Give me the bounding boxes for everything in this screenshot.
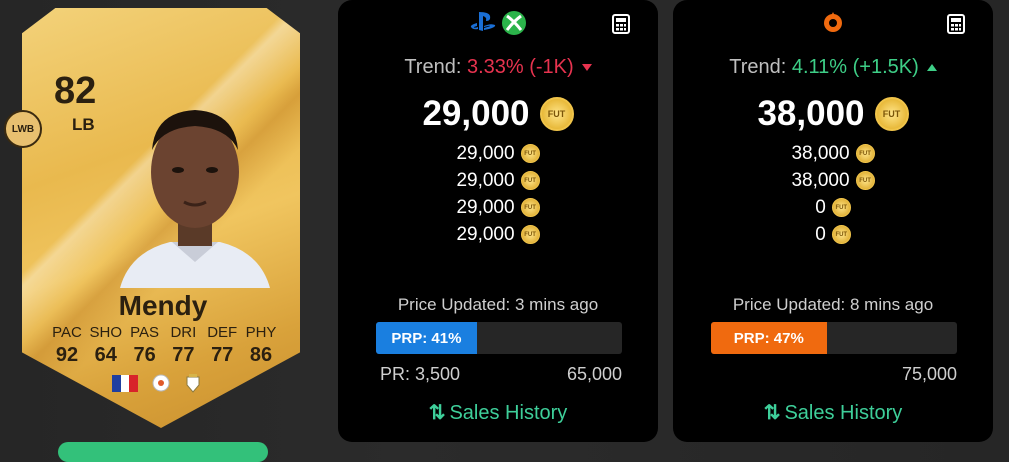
prp-bar: PRP: 41% <box>376 322 622 354</box>
player-rating: 82 <box>54 70 97 112</box>
playstation-icon <box>470 12 496 31</box>
price-list: 29,000 FUT 29,000 FUT 29,000 FUT 29,000 FUT <box>338 140 658 248</box>
sales-history-link[interactable]: ⇅ Sales History <box>338 400 658 425</box>
trend-value: 4.11% (+1.5K) <box>791 56 919 78</box>
prp-fill: PRP: 47% <box>711 322 827 354</box>
coin-icon: FUT <box>855 171 875 190</box>
laliga-icon <box>152 374 170 392</box>
trend-value: 3.33% (-1K) <box>466 56 574 78</box>
trend-label: Trend: <box>404 56 462 78</box>
range-max: 65,000 <box>566 364 622 384</box>
platform-icons <box>338 10 658 36</box>
list-item: 29,000 FUT <box>338 167 658 194</box>
trend-line: Trend: 4.11% (+1.5K) <box>673 56 993 79</box>
sales-history-label: Sales History <box>449 402 568 424</box>
stat-label-pac: PAC <box>52 324 82 341</box>
range-max: 75,000 <box>901 364 957 384</box>
list-item: 0 FUT <box>673 194 993 221</box>
platform-icons <box>673 10 993 34</box>
main-price: 29,000 FUT <box>338 94 658 134</box>
price-list: 38,000 FUT 38,000 FUT 0 FUT 0 FUT <box>673 140 993 248</box>
price-value: 0 <box>815 223 826 245</box>
stat-values: 92 64 76 77 77 86 <box>48 344 280 367</box>
main-price: 38,000 FUT <box>673 94 993 134</box>
list-item: 0 FUT <box>673 221 993 248</box>
coin-icon: FUT <box>855 144 875 163</box>
sort-arrows-icon: ⇅ <box>428 402 446 424</box>
trend-down-icon <box>581 64 592 72</box>
player-card-area: 82 LB LWB Mendy PAC SHO PAS DRI DEF PHY … <box>0 0 330 462</box>
trend-label: Trend: <box>729 56 787 78</box>
coin-icon: FUT <box>520 144 540 163</box>
price-value: 29,000 <box>456 196 515 218</box>
player-position: LB <box>72 115 95 134</box>
list-item: 29,000 FUT <box>338 194 658 221</box>
coin-icon: FUT <box>520 171 540 190</box>
origin-icon <box>824 12 842 32</box>
coin-icon: FUT <box>520 198 540 217</box>
range-min: PR: 3,500 <box>380 364 461 384</box>
coin-icon: FUT <box>831 198 851 217</box>
xbox-icon <box>502 11 526 35</box>
stat-label-def: DEF <box>207 324 238 341</box>
prp-bar: PRP: 47% <box>711 322 957 354</box>
stat-value-pac: 92 <box>55 344 79 366</box>
sort-arrows-icon: ⇅ <box>763 402 781 424</box>
france-flag-icon <box>112 374 138 392</box>
price-value: 29,000 <box>456 223 515 245</box>
coin-icon: FUT <box>539 97 574 131</box>
coin-icon: FUT <box>831 225 851 244</box>
list-item: 29,000 FUT <box>338 140 658 167</box>
prp-fill: PRP: 41% <box>376 322 477 354</box>
price-value: 29,000 <box>456 142 515 164</box>
stat-labels: PAC SHO PAS DRI DEF PHY <box>48 324 280 341</box>
console-price-panel: Trend: 3.33% (-1K) 29,000 FUT 29,000 FUT … <box>338 0 658 442</box>
trend-up-icon <box>926 64 937 72</box>
real-madrid-crest-icon <box>186 374 200 393</box>
stat-label-dri: DRI <box>170 324 197 341</box>
coin-icon: FUT <box>874 97 909 131</box>
list-item: 38,000 FUT <box>673 140 993 167</box>
player-photo <box>120 110 270 288</box>
stat-value-dri: 77 <box>172 344 195 366</box>
list-item: 29,000 FUT <box>338 221 658 248</box>
price-updated: Price Updated: 3 mins ago <box>397 295 599 314</box>
main-price-value: 38,000 <box>757 94 865 133</box>
player-name: Mendy <box>118 290 208 321</box>
main-price-value: 29,000 <box>422 94 530 133</box>
pc-price-panel: Trend: 4.11% (+1.5K) 38,000 FUT 38,000 FU… <box>673 0 993 442</box>
price-range: PR: 3,500 65,000 <box>380 364 622 385</box>
price-value: 29,000 <box>456 169 515 191</box>
stat-label-phy: PHY <box>245 324 277 341</box>
price-range: 75,000 <box>715 364 957 385</box>
price-value: 38,000 <box>791 169 850 191</box>
card-badges <box>112 373 202 393</box>
calculator-icon[interactable] <box>612 14 630 34</box>
trend-line: Trend: 3.33% (-1K) <box>338 56 658 79</box>
stat-value-def: 77 <box>211 344 234 366</box>
stat-label-pas: PAS <box>130 324 160 341</box>
coin-icon: FUT <box>520 225 540 244</box>
stat-value-pas: 76 <box>133 344 156 366</box>
stat-value-phy: 86 <box>249 344 273 366</box>
calculator-icon[interactable] <box>947 14 965 34</box>
price-updated: Price Updated: 8 mins ago <box>732 295 934 314</box>
alt-position-badge: LWB <box>4 110 42 148</box>
sales-history-label: Sales History <box>784 402 903 424</box>
price-value: 38,000 <box>791 142 850 164</box>
list-item: 38,000 FUT <box>673 167 993 194</box>
stat-label-sho: SHO <box>89 324 123 341</box>
sales-history-link[interactable]: ⇅ Sales History <box>673 400 993 425</box>
card-action-button[interactable] <box>58 442 268 462</box>
stat-value-sho: 64 <box>94 344 117 366</box>
price-value: 0 <box>815 196 826 218</box>
